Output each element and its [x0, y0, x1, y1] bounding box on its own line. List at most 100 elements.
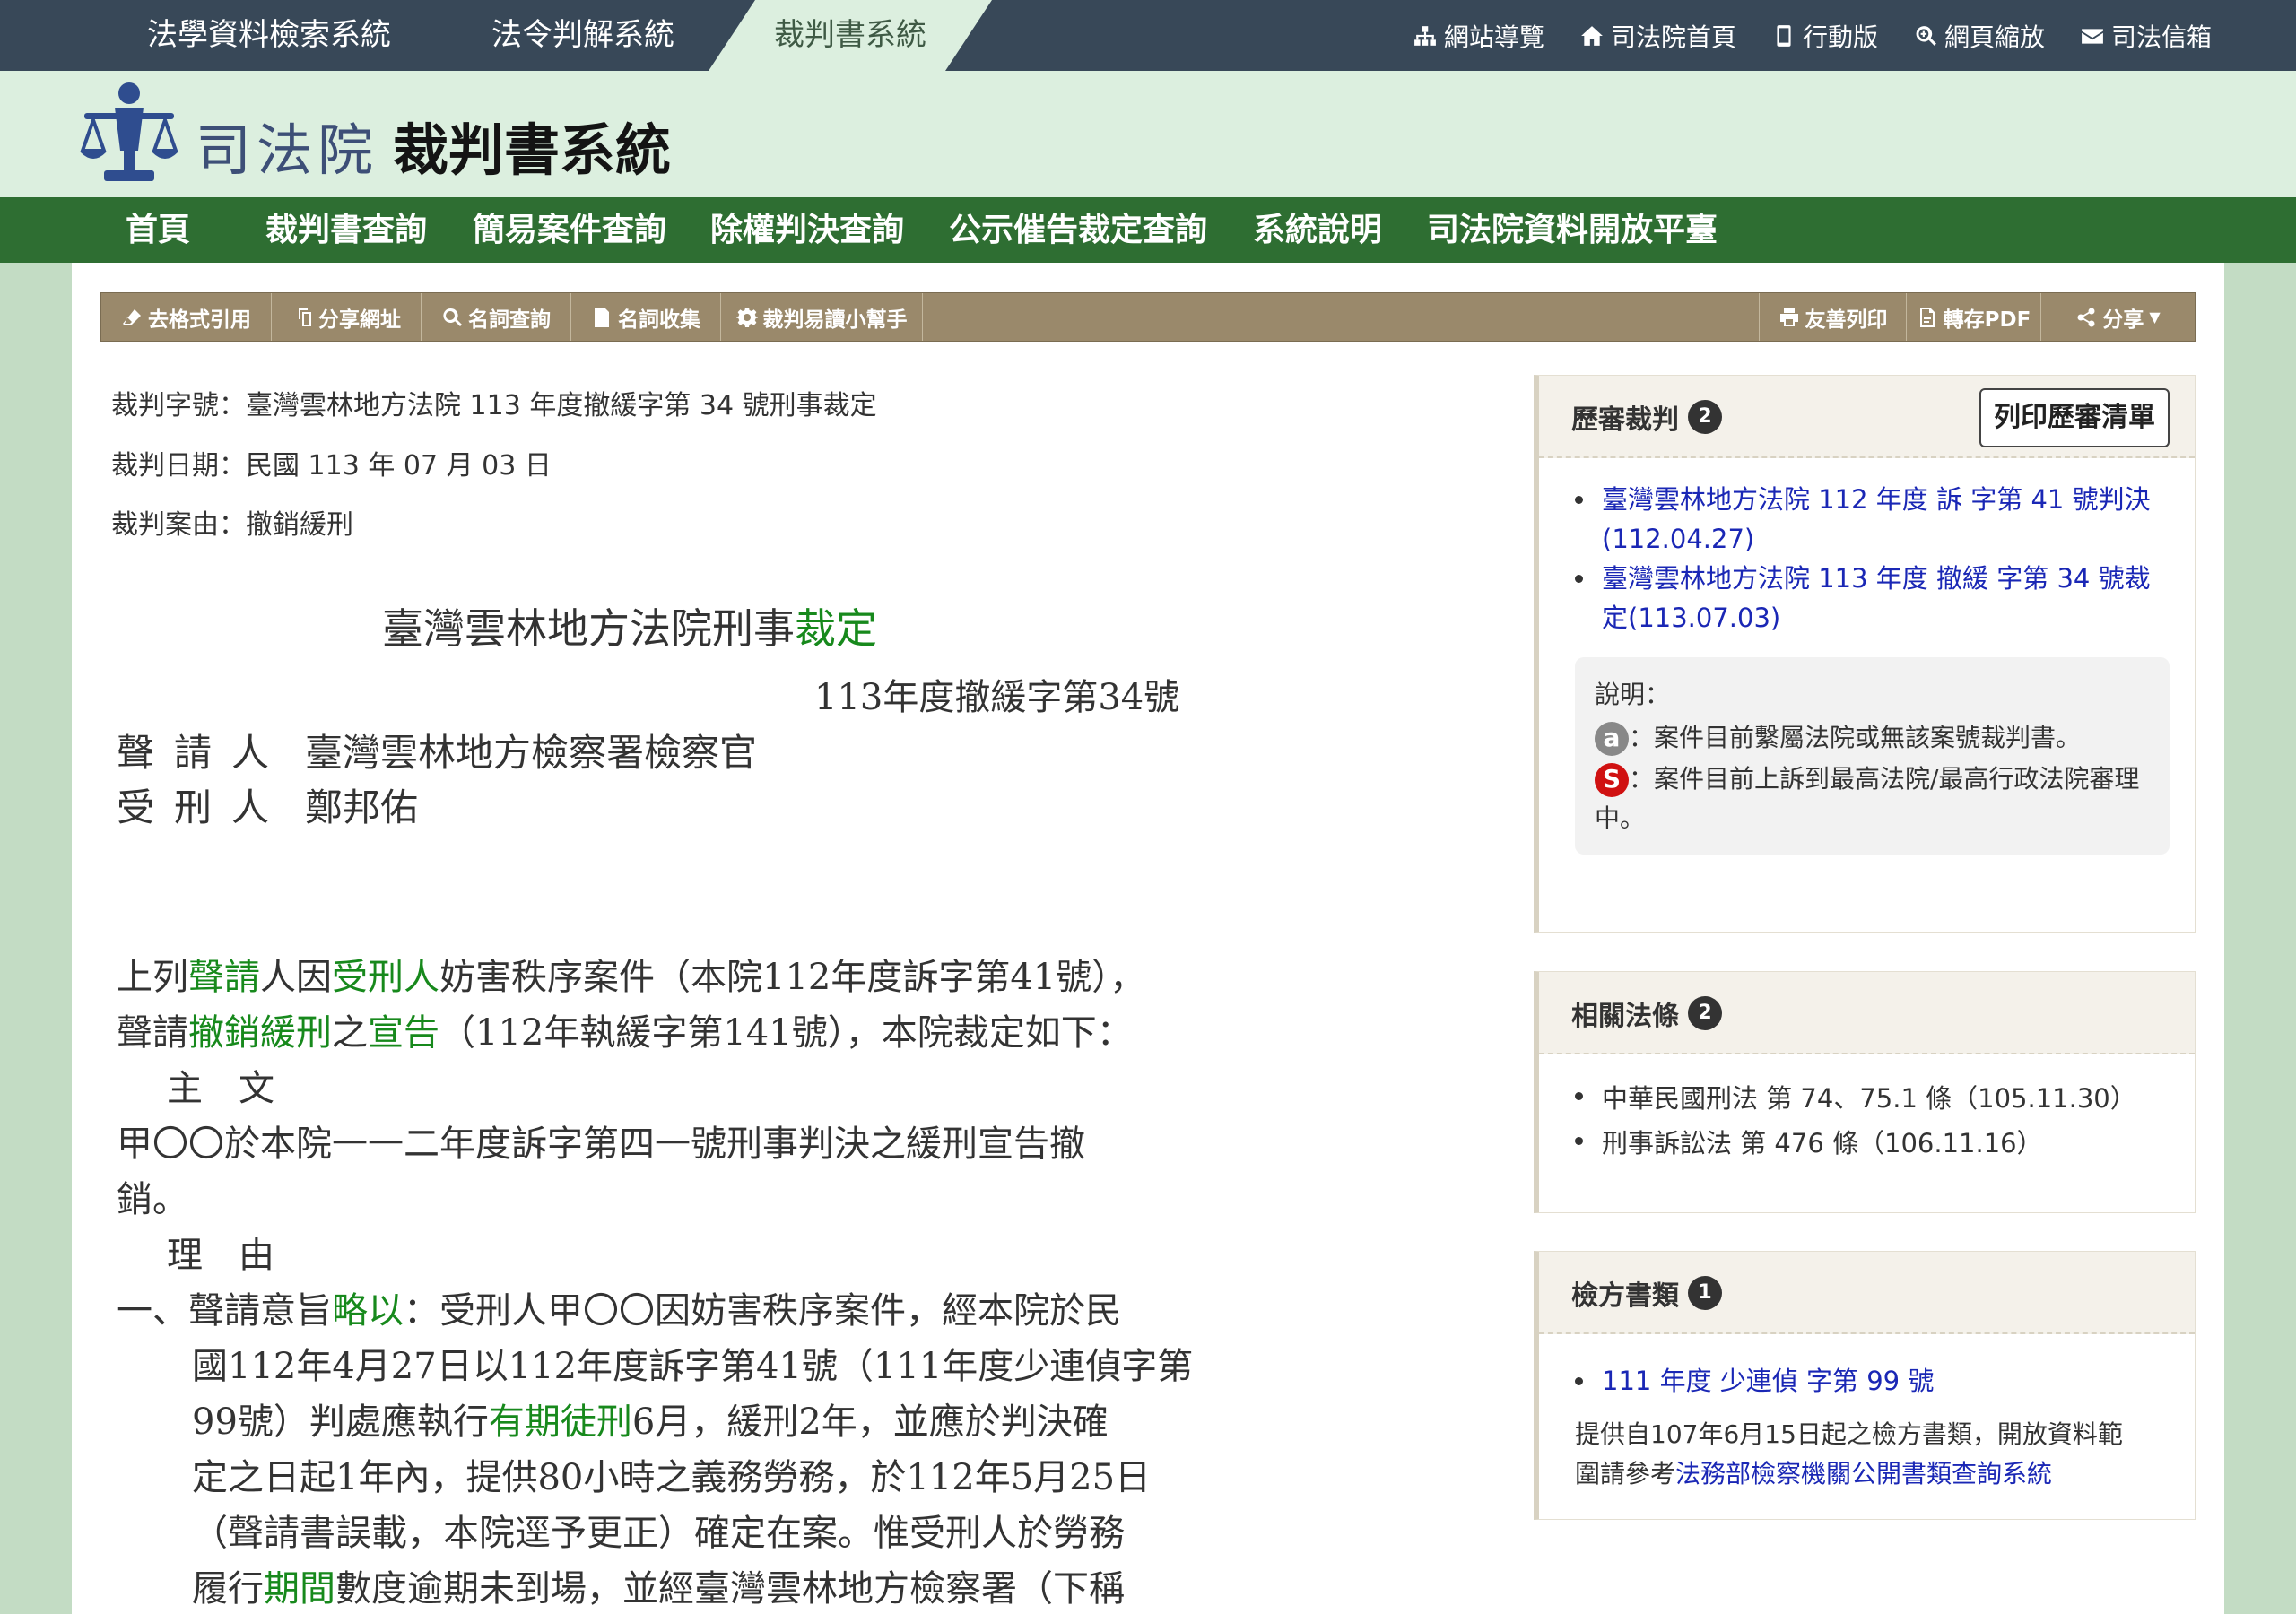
prosecutor-list: 111 年度 少連偵 字第 99 號: [1539, 1361, 2195, 1401]
document-title: 臺灣雲林地方法院刑事裁定: [382, 596, 877, 655]
pdf-icon: [1919, 307, 1935, 327]
judicial-home-label: 司法院首頁: [1610, 22, 1736, 52]
doc-line: 甲〇〇於本院一一二年度訴字第四一號刑事判決之緩刑宣告撤: [117, 1124, 1085, 1165]
doc-line: 國112年4月27日以112年度訴字第41號（111年度少連偵字第: [192, 1346, 1194, 1387]
doc-section-heading: 理 由: [167, 1235, 274, 1276]
doc-line: 聲請撤銷緩刑之宣告（112年執緩字第141號），本院裁定如下：: [117, 1012, 1133, 1054]
plain-cite-button[interactable]: 去格式引用: [101, 293, 272, 341]
law-item[interactable]: 中華民國刑法 第 74、75.1 條（105.11.30）: [1575, 1076, 2195, 1121]
mailbox-label: 司法信箱: [2110, 22, 2212, 52]
mailbox-link[interactable]: 司法信箱: [2081, 18, 2212, 54]
share-dropdown-button[interactable]: 分享 ▼: [2040, 293, 2195, 341]
law-item[interactable]: 刑事訴訟法 第 476 條（106.11.16）: [1575, 1121, 2195, 1166]
history-box-header: 歷審裁判 2 列印歷審清單: [1539, 376, 2195, 458]
prosecutor-info-text: 提供自107年6月15日起之檢方書類，開放資料範圍請參考法務部檢察機關公開書類查…: [1575, 1419, 2123, 1488]
glossary-term[interactable]: 期間: [264, 1568, 335, 1610]
mail-icon: [2082, 28, 2103, 44]
party-role: 受刑人: [117, 785, 290, 829]
term-collect-label: 名詞收集: [618, 308, 700, 332]
a-circle-icon: a: [1595, 722, 1629, 756]
prosecutor-box-title: 檢方書類 1: [1571, 1273, 1722, 1313]
history-item-link[interactable]: 臺灣雲林地方法院 112 年度 訴 字第 41 號判決(112.04.27): [1575, 480, 2158, 559]
sitemap-link[interactable]: 網站導覽: [1413, 18, 1544, 54]
title-court: 臺灣雲林地方法院刑事: [382, 604, 795, 653]
zoom-icon: [1916, 25, 1936, 46]
legend-row-s: S ：案件目前上訴到最高法院/最高行政法院審理中。: [1595, 763, 2140, 833]
doc-line: （聲請書誤載，本院逕予更正）確定在案。惟受刑人於勞務: [192, 1513, 1125, 1554]
judicial-home-link[interactable]: 司法院首頁: [1580, 18, 1736, 54]
doc-line: 99號）判處應執行有期徒刑6月，緩刑2年，並應於判決確: [192, 1401, 1109, 1443]
content-panel: 去格式引用 分享網址 名詞查詢 名詞收集 裁判易讀小幫手 友善列印 轉存PDF: [72, 263, 2224, 1614]
count-badge: 2: [1688, 996, 1722, 1030]
party-role: 聲請人: [117, 731, 290, 775]
top-system-bar: 法學資料檢索系統 法令判解系統 裁判書系統 網站導覽 司法院首頁 行動版 網頁縮…: [0, 0, 2296, 71]
plain-cite-label: 去格式引用: [148, 308, 251, 332]
glossary-term[interactable]: 聲請: [188, 957, 260, 998]
mobile-icon: [1777, 24, 1791, 47]
save-pdf-label: 轉存PDF: [1943, 308, 2031, 332]
easy-read-helper-label: 裁判易讀小幫手: [762, 308, 908, 332]
share-label: 分享: [2102, 308, 2144, 332]
glossary-term[interactable]: 有期徒刑: [489, 1401, 632, 1443]
tab-judgment-system[interactable]: 裁判書系統: [709, 0, 992, 71]
print-history-list-button[interactable]: 列印歷審清單: [1979, 388, 2170, 447]
tab-law-interpretation[interactable]: 法令判解系統: [439, 0, 726, 71]
party-name: 鄭邦佑: [305, 785, 419, 829]
easy-read-helper-button[interactable]: 裁判易讀小幫手: [721, 293, 923, 341]
doc-line: 一、聲請意旨略以：受刑人甲〇〇因妨害秩序案件，經本院於民: [117, 1290, 1121, 1332]
org-name: 司法院: [196, 117, 379, 183]
glossary-term[interactable]: 略以: [332, 1290, 404, 1332]
legend-row-a: a ：案件目前繫屬法院或無該案號裁判書。: [1595, 716, 2150, 759]
zoom-label: 網頁縮放: [1944, 22, 2045, 52]
doc-line: 定之日起1年內，提供80小時之義務勞務，於112年5月25日: [192, 1457, 1152, 1498]
save-pdf-button[interactable]: 轉存PDF: [1906, 293, 2040, 341]
judgment-date-meta: 裁判日期：民國 113 年 07 月 03 日: [111, 450, 552, 482]
prosecutor-box-header: 檢方書類 1: [1539, 1252, 2195, 1334]
prosecutor-documents-box: 檢方書類 1 111 年度 少連偵 字第 99 號 提供自107年6月15日起之…: [1534, 1251, 2196, 1520]
friendly-print-button[interactable]: 友善列印: [1759, 293, 1906, 341]
party-convicted: 受刑人 鄭邦佑: [117, 777, 418, 832]
nav-public-notice-search[interactable]: 公示催告裁定查詢: [949, 197, 1207, 263]
laws-box-header: 相關法條 2: [1539, 972, 2195, 1054]
prosecutor-doc-link[interactable]: 111 年度 少連偵 字第 99 號: [1575, 1361, 2195, 1401]
glossary-term[interactable]: 受刑人: [332, 957, 439, 998]
eraser-icon: [123, 308, 141, 325]
zoom-link[interactable]: 網頁縮放: [1914, 18, 2045, 54]
mobile-link[interactable]: 行動版: [1772, 18, 1878, 54]
glossary-term[interactable]: 宣告: [368, 1012, 439, 1054]
glossary-term[interactable]: 撤銷緩刑: [188, 1012, 332, 1054]
nav-exclusion-judgment-search[interactable]: 除權判決查詢: [710, 197, 904, 263]
share-icon: [2077, 308, 2095, 326]
document-toolbar: 去格式引用 分享網址 名詞查詢 名詞收集 裁判易讀小幫手 友善列印 轉存PDF: [100, 292, 2196, 342]
chevron-down-icon: ▼: [2149, 308, 2161, 325]
print-icon: [1779, 308, 1798, 326]
legend-note: 說明： a ：案件目前繫屬法院或無該案號裁判書。 S ：案件目前上訴到最高法院/最高…: [1575, 657, 2170, 855]
nav-system-info[interactable]: 系統說明: [1253, 197, 1382, 263]
main-nav: 首頁 裁判書查詢 簡易案件查詢 除權判決查詢 公示催告裁定查詢 系統說明 司法院…: [0, 197, 2296, 263]
sitemap-label: 網站導覽: [1443, 22, 1544, 52]
nav-open-data-platform[interactable]: 司法院資料開放平臺: [1427, 197, 1718, 263]
related-laws-box: 相關法條 2 中華民國刑法 第 74、75.1 條（105.11.30） 刑事訴…: [1534, 971, 2196, 1213]
nav-judgment-search[interactable]: 裁判書查詢: [265, 197, 427, 263]
s-circle-icon: S: [1595, 763, 1629, 797]
nav-simple-case-search[interactable]: 簡易案件查詢: [473, 197, 666, 263]
doc-section-heading: 主 文: [167, 1068, 274, 1109]
term-collect-button[interactable]: 名詞收集: [571, 293, 721, 341]
party-name: 臺灣雲林地方檢察署檢察官: [305, 731, 758, 775]
sitemap-icon: [1414, 25, 1436, 46]
nav-home[interactable]: 首頁: [126, 197, 190, 263]
prosecutor-system-link[interactable]: 法務部檢察機關公開書類查詢系統: [1675, 1459, 2052, 1488]
tab-law-database[interactable]: 法學資料檢索系統: [117, 0, 422, 71]
history-box-title: 歷審裁判 2: [1571, 397, 1722, 437]
friendly-print-label: 友善列印: [1805, 308, 1888, 332]
laws-box-title: 相關法條 2: [1571, 994, 1722, 1033]
term-search-button[interactable]: 名詞查詢: [422, 293, 571, 341]
history-item-link[interactable]: 臺灣雲林地方法院 113 年度 撤緩 字第 34 號裁定(113.07.03): [1575, 559, 2158, 638]
judicial-scales-logo[interactable]: [79, 81, 179, 187]
title-keyword-link[interactable]: 裁定: [795, 604, 877, 653]
doc-line: 上列聲請人因受刑人妨害秩序案件（本院112年度訴字第41號），: [117, 957, 1146, 998]
doc-line: 履行期間數度逾期未到場，並經臺灣雲林地方檢察署（下稱: [192, 1568, 1125, 1610]
share-url-button[interactable]: 分享網址: [272, 293, 422, 341]
home-icon: [1581, 25, 1603, 46]
history-judgments-box: 歷審裁判 2 列印歷審清單 臺灣雲林地方法院 112 年度 訴 字第 41 號判…: [1534, 375, 2196, 933]
